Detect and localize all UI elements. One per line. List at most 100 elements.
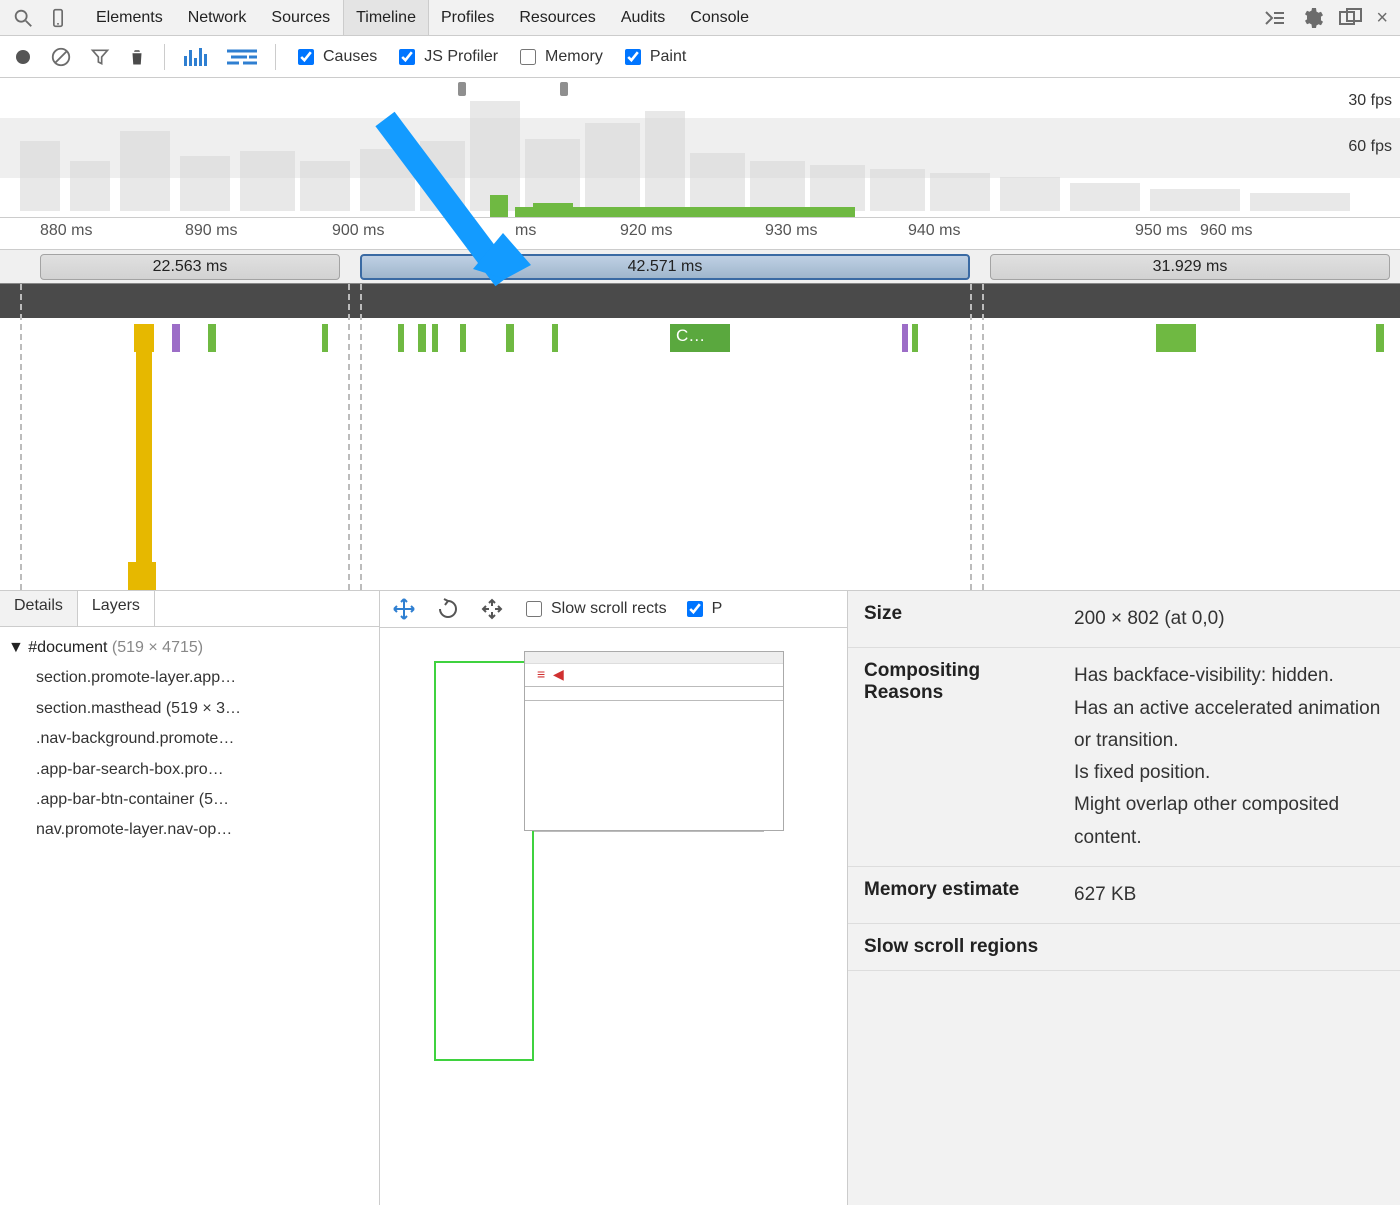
prop-value: Has backface-visibility: hidden. Has an … [1058, 648, 1400, 867]
prop-value [1058, 924, 1400, 971]
layer-preview[interactable]: ≡ ◀ [404, 651, 754, 1191]
pan-icon[interactable] [390, 597, 418, 621]
flame-event[interactable] [208, 324, 216, 352]
slow-scroll-rects-label: Slow scroll rects [551, 600, 667, 618]
ruler-tick: 890 ms [185, 222, 237, 240]
flame-chart[interactable]: C… [0, 284, 1400, 590]
flame-event[interactable] [506, 324, 514, 352]
frame-bar-selected[interactable]: 42.571 ms [360, 254, 970, 280]
ruler-tick: 930 ms [765, 222, 817, 240]
tab-audits[interactable]: Audits [609, 0, 678, 35]
tree-item[interactable]: .app-bar-btn-container (5… [8, 785, 371, 815]
flame-event-composite[interactable]: C… [670, 324, 730, 352]
gear-icon[interactable] [1300, 6, 1324, 30]
causes-checkbox[interactable]: Causes [294, 46, 377, 68]
flame-event[interactable] [912, 324, 918, 352]
overview-bars [0, 77, 1400, 217]
drawer-toggle-icon[interactable] [1262, 8, 1286, 28]
flame-event[interactable] [902, 324, 908, 352]
menu-icon: ≡ ◀ [537, 666, 564, 683]
subtab-details[interactable]: Details [0, 591, 78, 626]
overview-strip[interactable]: 30 fps 60 fps [0, 78, 1400, 218]
ruler-tick: ms [515, 222, 536, 240]
prop-key: Size [848, 591, 1058, 648]
garbage-icon[interactable] [128, 47, 146, 67]
memory-label: Memory [545, 48, 603, 66]
prop-value: 627 KB [1058, 867, 1400, 924]
flame-event[interactable] [398, 324, 404, 352]
table-row: Slow scroll regions [848, 924, 1400, 971]
extra-checkbox[interactable]: P [683, 598, 723, 620]
clear-icon[interactable] [50, 46, 72, 68]
rotate-icon[interactable] [434, 597, 462, 621]
paint-label: Paint [650, 48, 686, 66]
layers-tree-panel: Details Layers ▼ #document (519 × 4715) … [0, 591, 380, 1205]
tab-timeline[interactable]: Timeline [343, 0, 429, 35]
flame-event[interactable] [136, 352, 152, 562]
layer-preview-panel: Slow scroll rects P ≡ ◀ [380, 591, 848, 1205]
prop-value: 200 × 802 (at 0,0) [1058, 591, 1400, 648]
flame-event[interactable] [552, 324, 558, 352]
dock-icon[interactable] [1338, 8, 1362, 28]
layer-properties-table: Size 200 × 802 (at 0,0) Compositing Reas… [848, 591, 1400, 971]
flame-event[interactable] [1376, 324, 1384, 352]
flame-event[interactable] [322, 324, 328, 352]
flame-event[interactable] [1156, 324, 1196, 352]
subtab-layers[interactable]: Layers [78, 591, 155, 626]
ruler-tick: 880 ms [40, 222, 92, 240]
tree-root[interactable]: ▼ #document (519 × 4715) [8, 633, 371, 663]
flame-event[interactable] [432, 324, 438, 352]
ruler-tick: 900 ms [332, 222, 384, 240]
reset-icon[interactable] [478, 597, 506, 621]
prop-key: Slow scroll regions [848, 924, 1058, 971]
ruler-tick: 950 ms [1135, 222, 1187, 240]
prop-key: Compositing Reasons [848, 648, 1058, 867]
framesview-icon[interactable] [183, 46, 209, 68]
jsprofiler-checkbox[interactable]: JS Profiler [395, 46, 498, 68]
memory-checkbox[interactable]: Memory [516, 46, 603, 68]
tab-profiles[interactable]: Profiles [429, 0, 507, 35]
record-icon[interactable] [14, 48, 32, 66]
flame-event[interactable] [128, 562, 156, 590]
prop-key: Memory estimate [848, 867, 1058, 924]
table-row: Size 200 × 802 (at 0,0) [848, 591, 1400, 648]
tree-item[interactable]: .app-bar-search-box.pro… [8, 755, 371, 785]
tab-sources[interactable]: Sources [259, 0, 343, 35]
tree-item[interactable]: .nav-background.promote… [8, 724, 371, 754]
frame-bar[interactable]: 22.563 ms [40, 254, 340, 280]
layer-details-panel: Size 200 × 802 (at 0,0) Compositing Reas… [848, 591, 1400, 1205]
ruler-tick: 960 ms [1200, 222, 1252, 240]
close-icon[interactable]: × [1376, 8, 1388, 28]
flame-event[interactable] [134, 324, 154, 352]
tab-console[interactable]: Console [678, 0, 762, 35]
flame-event[interactable] [172, 324, 180, 352]
paint-checkbox[interactable]: Paint [621, 46, 686, 68]
flame-event[interactable] [460, 324, 466, 352]
table-row: Compositing Reasons Has backface-visibil… [848, 648, 1400, 867]
layer-tree[interactable]: ▼ #document (519 × 4715) section.promote… [0, 627, 379, 852]
slow-scroll-rects-checkbox[interactable]: Slow scroll rects [522, 598, 667, 620]
search-icon[interactable] [12, 7, 34, 29]
detail-subtabs: Details Layers [0, 591, 379, 627]
time-ruler[interactable]: 880 ms 890 ms 900 ms ms 920 ms 930 ms 94… [0, 218, 1400, 250]
devtools-tabstrip: Elements Network Sources Timeline Profil… [0, 0, 1400, 36]
flameview-icon[interactable] [227, 47, 257, 67]
causes-label: Causes [323, 48, 377, 66]
tab-resources[interactable]: Resources [507, 0, 608, 35]
bottom-pane: Details Layers ▼ #document (519 × 4715) … [0, 590, 1400, 1205]
tree-item[interactable]: nav.promote-layer.nav-op… [8, 815, 371, 845]
filter-icon[interactable] [90, 47, 110, 67]
frame-bar[interactable]: 31.929 ms [990, 254, 1390, 280]
jsprofiler-label: JS Profiler [424, 48, 498, 66]
ruler-tick: 940 ms [908, 222, 960, 240]
tab-network[interactable]: Network [176, 0, 260, 35]
ruler-tick: 920 ms [620, 222, 672, 240]
main-tabs: Elements Network Sources Timeline Profil… [84, 0, 762, 35]
flame-event[interactable] [418, 324, 426, 352]
device-icon[interactable] [48, 7, 68, 29]
tab-elements[interactable]: Elements [84, 0, 176, 35]
frames-row[interactable]: 22.563 ms 42.571 ms 31.929 ms [0, 250, 1400, 284]
tree-item[interactable]: section.masthead (519 × 3… [8, 694, 371, 724]
table-row: Memory estimate 627 KB [848, 867, 1400, 924]
tree-item[interactable]: section.promote-layer.app… [8, 663, 371, 693]
